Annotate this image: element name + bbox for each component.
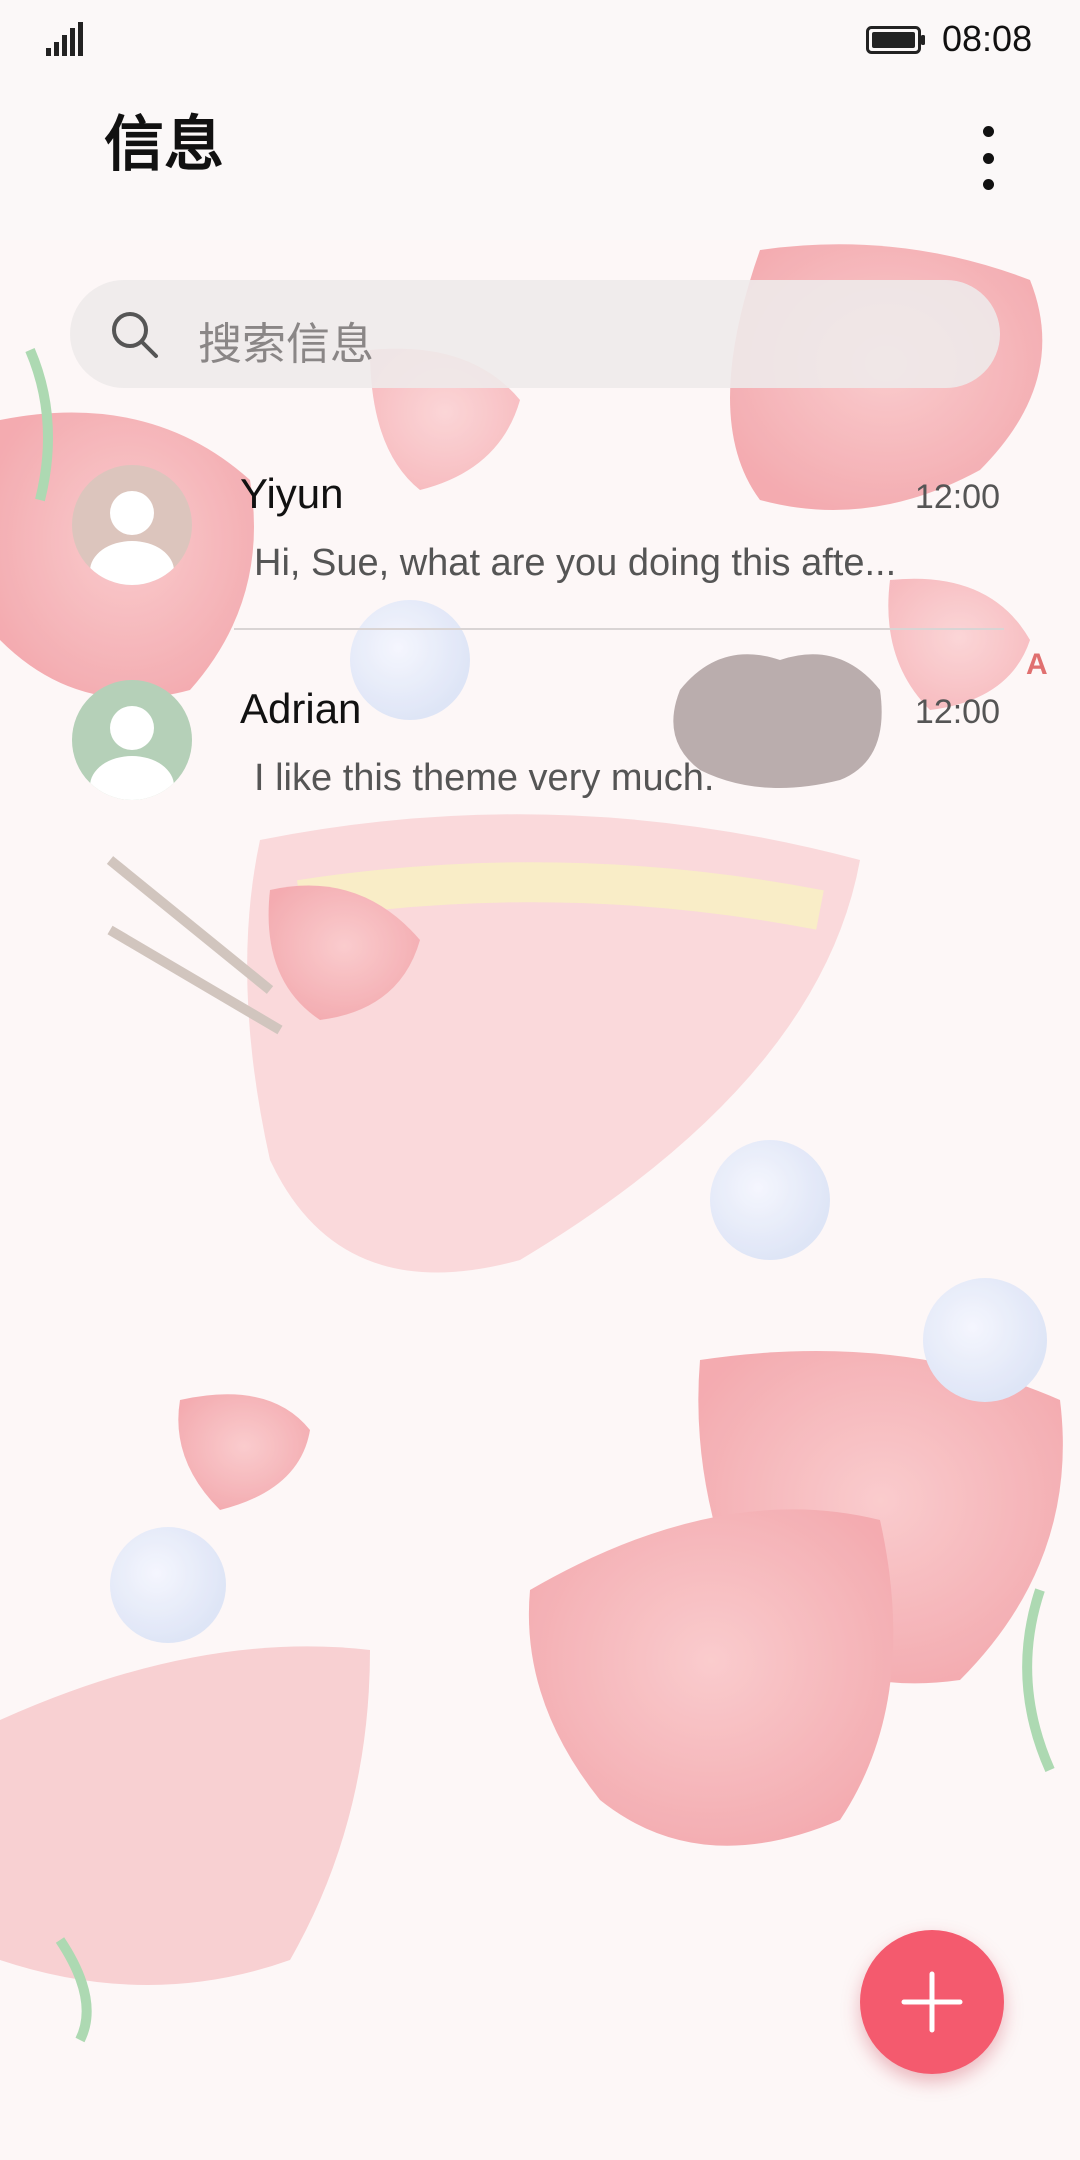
avatar[interactable]	[72, 680, 192, 800]
message-preview: I like this theme very much.	[254, 757, 715, 799]
message-preview: Hi, Sue, what are you doing this afte...	[254, 542, 897, 584]
divider	[234, 628, 1004, 630]
person-icon	[90, 706, 174, 800]
more-vertical-icon[interactable]	[960, 118, 1016, 198]
plus-icon	[901, 1971, 963, 2033]
message-time: 12:00	[914, 693, 1000, 731]
page-title: 信息	[104, 110, 224, 180]
person-icon	[90, 491, 174, 585]
avatar[interactable]	[72, 465, 192, 585]
more-dot	[982, 152, 994, 164]
search-input[interactable]: 搜索信息	[70, 280, 1000, 388]
search-placeholder: 搜索信息	[198, 319, 374, 370]
compose-button[interactable]	[860, 1930, 1004, 2074]
message-time: 12:00	[914, 478, 1000, 516]
search-icon	[112, 312, 158, 358]
battery-icon	[866, 26, 925, 54]
list-item[interactable]: Adrian 12:00 I like this theme very much…	[0, 665, 1080, 875]
status-bar: 08:08	[0, 0, 1080, 80]
contact-name: Adrian	[240, 685, 362, 732]
status-time: 08:08	[942, 18, 1033, 59]
more-dot	[982, 179, 994, 190]
contact-name: Yiyun	[240, 470, 344, 517]
more-dot	[982, 126, 994, 137]
signal-icon	[46, 22, 83, 56]
